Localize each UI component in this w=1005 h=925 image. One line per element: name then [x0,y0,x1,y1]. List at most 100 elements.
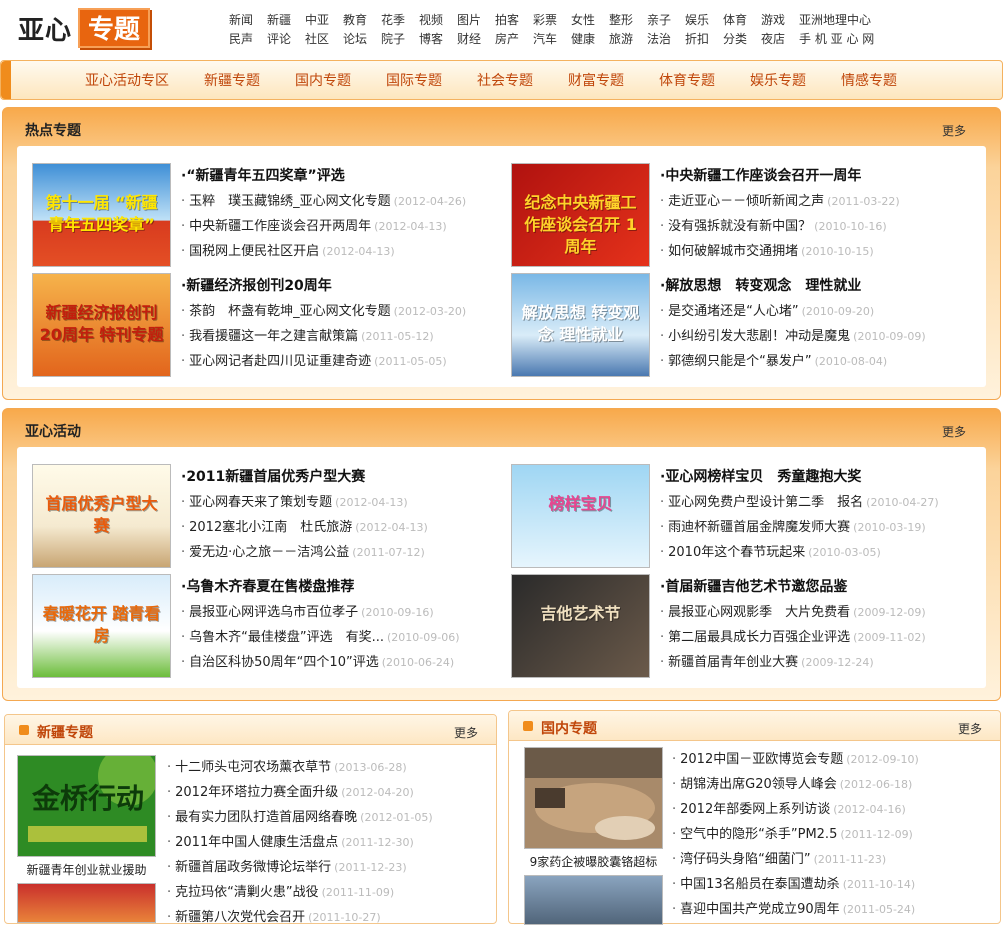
top-nav-link[interactable]: 民声 [229,30,267,49]
xinjiang-feature-image[interactable]: 金桥行动 [17,755,156,857]
topic-link[interactable]: 空气中的隐形“杀手”PM2.5 [680,827,837,842]
topic-link[interactable]: 中国13名船员在泰国遭劫杀 [680,877,840,892]
top-nav-link[interactable]: 亚洲地理中心 [799,11,899,30]
top-nav-link[interactable]: 视频 [419,11,457,30]
feature-item-link[interactable]: 晨报亚心网评选乌市百位孝子 [189,605,358,620]
main-nav-item[interactable]: 社会专题 [477,70,533,90]
feature-item-link[interactable]: 如何破解城市交通拥堵 [668,244,798,259]
feature-item-link[interactable]: 茶韵 杯盏有乾坤_亚心网文化专题 [189,304,391,319]
top-nav-link[interactable]: 论坛 [343,30,381,49]
feature-image[interactable]: 新疆经济报创刊20周年 特刊专题 [32,273,171,377]
top-nav-link[interactable]: 彩票 [533,11,571,30]
domestic-feature-caption[interactable]: 9家药企被曝胶囊铬超标 [524,853,663,870]
feature-item-link[interactable]: 郭德纲只能是个“暴发户” [668,354,811,369]
feature-image[interactable]: 解放思想 转变观念 理性就业 [511,273,650,377]
feature-item-link[interactable]: 爱无边·心之旅－－洁鸿公益 [189,545,349,560]
feature-image[interactable]: 榜样宝贝 [511,464,650,568]
domestic-more-link[interactable]: 更多 [958,720,982,737]
feature-title-link[interactable]: ·中央新疆工作座谈会召开一周年 [660,165,861,185]
top-nav-link[interactable]: 女性 [571,11,609,30]
top-nav-link[interactable]: 房产 [495,30,533,49]
hot-topics-more-link[interactable]: 更多 [942,122,966,139]
feature-item-link[interactable]: 自治区科协50周年“四个10”评选 [189,655,379,670]
top-nav-link[interactable]: 教育 [343,11,381,30]
main-nav-item[interactable]: 财富专题 [568,70,624,90]
feature-title-link[interactable]: ·“新疆青年五四奖章”评选 [181,165,345,185]
feature-image[interactable]: 第十一届 “新疆青年五四奖章” [32,163,171,267]
site-logo[interactable]: 亚心 专题 [18,8,151,48]
topic-link[interactable]: 最有实力团队打造首届网络春晚 [175,810,357,825]
top-nav-link[interactable]: 体育 [723,11,761,30]
top-nav-link[interactable]: 博客 [419,30,457,49]
feature-item-link[interactable]: 新疆首届青年创业大赛 [668,655,798,670]
domestic-feature-image[interactable] [524,747,663,849]
top-nav-link[interactable]: 新闻 [229,11,267,30]
main-nav-item[interactable]: 娱乐专题 [750,70,806,90]
feature-item-link[interactable]: 乌鲁木齐“最佳楼盘”评选 有奖... [189,630,384,645]
top-nav-link[interactable]: 分类 [723,30,761,49]
feature-image[interactable]: 首届优秀户型大赛 [32,464,171,568]
feature-title-link[interactable]: ·首届新疆吉他艺术节邀您品鉴 [660,576,847,596]
feature-item-link[interactable]: 雨迪杯新疆首届金牌魔发师大赛 [668,520,850,535]
feature-item-link[interactable]: 亚心网记者赴四川见证重建奇迹 [189,354,371,369]
top-nav-link[interactable]: 评论 [267,30,305,49]
top-nav-link[interactable]: 娱乐 [685,11,723,30]
main-nav-item[interactable]: 国际专题 [386,70,442,90]
topic-link[interactable]: 2012中国－亚欧博览会专题 [680,752,843,767]
feature-title-link[interactable]: ·新疆经济报创刊20周年 [181,275,332,295]
main-nav-item[interactable]: 情感专题 [841,70,897,90]
top-nav-link[interactable]: 旅游 [609,30,647,49]
feature-item-link[interactable]: 玉粹 璞玉藏锦绣_亚心网文化专题 [189,194,391,209]
topic-link[interactable]: 2012年环塔拉力赛全面升级 [175,785,338,800]
feature-item-link[interactable]: 亚心网春天来了策划专题 [189,495,332,510]
xinjiang-second-image[interactable] [17,883,156,923]
top-nav-link[interactable]: 中亚 [305,11,343,30]
topic-link[interactable]: 喜迎中国共产党成立90周年 [680,902,840,917]
main-nav-item[interactable]: 亚心活动专区 [85,70,169,90]
feature-item-link[interactable]: 小纠纷引发大悲剧！冲动是魔鬼 [668,329,850,344]
feature-item-link[interactable]: 是交通堵还是“人心堵” [668,304,798,319]
feature-item-link[interactable]: 2012塞北小江南 杜氏旅游 [189,520,352,535]
top-nav-link[interactable]: 夜店 [761,30,799,49]
top-nav-link[interactable]: 新疆 [267,11,305,30]
feature-item-link[interactable]: 走近亚心－－倾听新闻之声 [668,194,824,209]
domestic-second-image[interactable] [524,875,663,925]
feature-image[interactable]: 吉他艺术节 [511,574,650,678]
topic-link[interactable]: 湾仔码头身陷“细菌门” [680,852,810,867]
feature-title-link[interactable]: ·亚心网榜样宝贝 秀童趣抱大奖 [660,466,861,486]
top-nav-link[interactable]: 花季 [381,11,419,30]
feature-item-link[interactable]: 亚心网免费户型设计第二季 报名 [668,495,863,510]
feature-item-link[interactable]: 我看援疆这一年之建言献策篇 [189,329,358,344]
feature-image[interactable]: 纪念中央新疆工作座谈会召开 1周年 [511,163,650,267]
feature-item-link[interactable]: 没有强拆就没有新中国？ [668,219,811,234]
top-nav-link[interactable]: 折扣 [685,30,723,49]
feature-item-link[interactable]: 中央新疆工作座谈会召开两周年 [189,219,371,234]
xinjiang-more-link[interactable]: 更多 [454,724,478,741]
topic-link[interactable]: 新疆第八次党代会召开 [175,910,305,925]
feature-image[interactable]: 春暖花开 踏青看房 [32,574,171,678]
topic-link[interactable]: 新疆首届政务微博论坛举行 [175,860,331,875]
feature-item-link[interactable]: 国税网上便民社区开启 [189,244,319,259]
top-nav-link[interactable]: 财经 [457,30,495,49]
top-nav-link[interactable]: 手 机 亚 心 网 [799,30,899,49]
xinjiang-feature-caption[interactable]: 新疆青年创业就业援助 [17,861,156,878]
feature-item-link[interactable]: 2010年这个春节玩起来 [668,545,805,560]
main-nav-item[interactable]: 体育专题 [659,70,715,90]
top-nav-link[interactable]: 院子 [381,30,419,49]
topic-link[interactable]: 2011年中国人健康生活盘点 [175,835,338,850]
top-nav-link[interactable]: 图片 [457,11,495,30]
top-nav-link[interactable]: 法治 [647,30,685,49]
topic-link[interactable]: 克拉玛依“清剿火患”战役 [175,885,318,900]
topic-link[interactable]: 十二师头屯河农场薰衣草节 [175,760,331,775]
top-nav-link[interactable]: 健康 [571,30,609,49]
main-nav-item[interactable]: 国内专题 [295,70,351,90]
activity-more-link[interactable]: 更多 [942,423,966,440]
feature-title-link[interactable]: ·乌鲁木齐春夏在售楼盘推荐 [181,576,354,596]
feature-title-link[interactable]: ·解放思想 转变观念 理性就业 [660,275,861,295]
feature-title-link[interactable]: ·2011新疆首届优秀户型大赛 [181,466,365,486]
top-nav-link[interactable]: 社区 [305,30,343,49]
top-nav-link[interactable]: 拍客 [495,11,533,30]
top-nav-link[interactable]: 亲子 [647,11,685,30]
feature-item-link[interactable]: 第二届最具成长力百强企业评选 [668,630,850,645]
main-nav-item[interactable]: 新疆专题 [204,70,260,90]
